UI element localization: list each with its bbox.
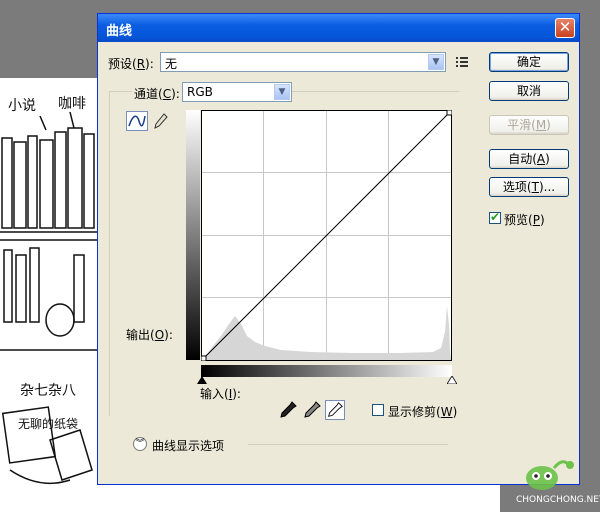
- channel-label: 通道(C):: [132, 85, 182, 102]
- black-point-slider-icon[interactable]: [197, 376, 207, 384]
- chevron-down-icon[interactable]: ▼: [428, 54, 444, 70]
- curve-display-options-label[interactable]: 曲线显示选项: [152, 437, 224, 454]
- white-eyedropper-button[interactable]: [325, 400, 345, 420]
- options-button[interactable]: 选项(T)...: [489, 177, 569, 197]
- white-point-slider-icon[interactable]: [447, 376, 457, 384]
- pencil-icon[interactable]: [154, 113, 168, 129]
- expand-chevron-icon[interactable]: ︾: [133, 437, 147, 451]
- curve-tool-button[interactable]: [126, 111, 148, 131]
- preset-menu-icon[interactable]: [456, 56, 470, 68]
- curves-dialog: 曲线 ✕ 预设(R): 无 ▼ 确定 取消 平滑(M) 自动(A) 选项(T).…: [97, 13, 580, 485]
- chevron-down-icon[interactable]: ▼: [274, 84, 290, 100]
- show-clipping-label: 显示修剪(W): [388, 405, 458, 419]
- bg-label-misc: 杂七杂八: [20, 383, 76, 399]
- preset-label: 预设(R):: [108, 57, 154, 71]
- bg-label-paper: 无聊的纸袋: [18, 416, 78, 431]
- curve-point-white[interactable]: [446, 110, 452, 116]
- close-icon: ✕: [558, 18, 572, 36]
- cancel-button[interactable]: 取消: [489, 81, 569, 101]
- bg-label-coffee: 咖啡: [58, 96, 86, 112]
- preset-value: 无: [165, 57, 178, 71]
- ok-button[interactable]: 确定: [489, 52, 569, 72]
- white-eyedropper-icon: [328, 402, 343, 417]
- gray-eyedropper-icon[interactable]: [302, 400, 322, 420]
- preview-checkbox[interactable]: ✔: [489, 210, 501, 224]
- show-clipping-checkbox[interactable]: [372, 404, 384, 416]
- dialog-title: 曲线: [106, 24, 133, 39]
- black-eyedropper-icon[interactable]: [278, 400, 298, 420]
- title-bar[interactable]: 曲线 ✕: [98, 14, 579, 42]
- output-label: 输出(O):: [126, 328, 173, 342]
- smooth-button[interactable]: 平滑(M): [489, 115, 569, 135]
- curve-point-black[interactable]: [201, 355, 207, 361]
- watermark-text: CHONGCHONG.NET: [516, 495, 600, 505]
- input-label: 输入(I):: [200, 387, 241, 401]
- input-gradient: [201, 365, 452, 377]
- checkmark-icon: ✔: [490, 210, 501, 224]
- auto-button[interactable]: 自动(A): [489, 149, 569, 169]
- bg-label-novel: 小说: [8, 98, 36, 114]
- group-border-left: [109, 91, 110, 416]
- channel-select[interactable]: RGB ▼: [182, 82, 292, 102]
- channel-value: RGB: [187, 85, 213, 99]
- close-button[interactable]: ✕: [555, 18, 575, 38]
- output-gradient: [186, 110, 200, 360]
- preview-label: 预览(P): [504, 213, 545, 227]
- curve-graph[interactable]: [201, 110, 452, 361]
- options-divider: [248, 444, 448, 445]
- preset-select[interactable]: 无 ▼: [160, 52, 446, 72]
- curve-icon: [128, 115, 146, 127]
